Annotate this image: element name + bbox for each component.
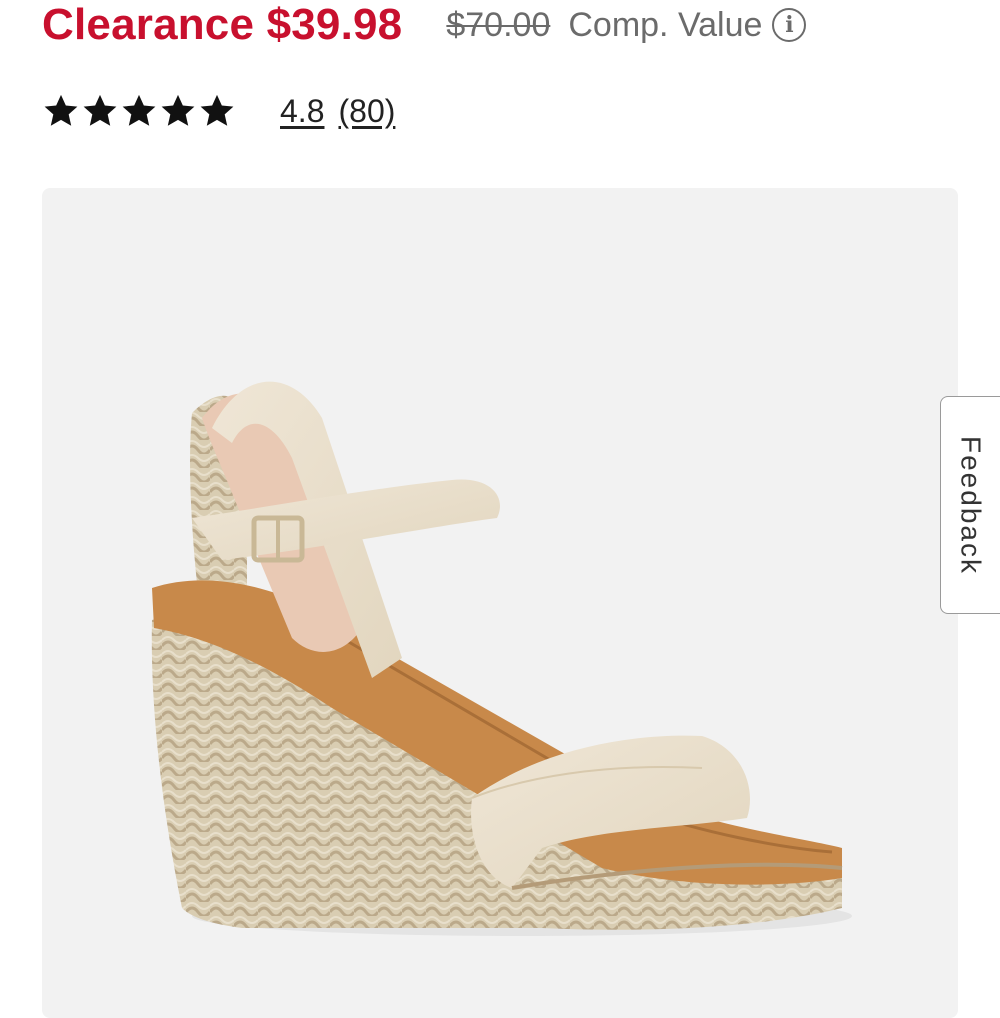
rating-value-link[interactable]: 4.8 [280,93,324,130]
star-icon [161,94,195,126]
original-price: $70.00 [446,5,551,44]
star-icon [122,94,156,126]
price-row: Clearance $39.98 $70.00 Comp. Value i [42,0,807,50]
feedback-label: Feedback [955,435,987,575]
review-count-link[interactable]: (80) [338,93,395,130]
star-icon [200,94,234,126]
info-circle-icon[interactable]: i [772,8,807,42]
star-icon [83,94,117,126]
rating-row: 4.8 (80) [42,88,395,134]
feedback-tab[interactable]: Feedback [940,396,1000,614]
clearance-price: Clearance $39.98 [42,0,403,49]
comp-value-label: Comp. Value [568,5,763,44]
star-icon [44,94,78,126]
star-rating [42,92,236,130]
product-image-panel[interactable] [42,188,958,1018]
product-image [151,381,852,936]
